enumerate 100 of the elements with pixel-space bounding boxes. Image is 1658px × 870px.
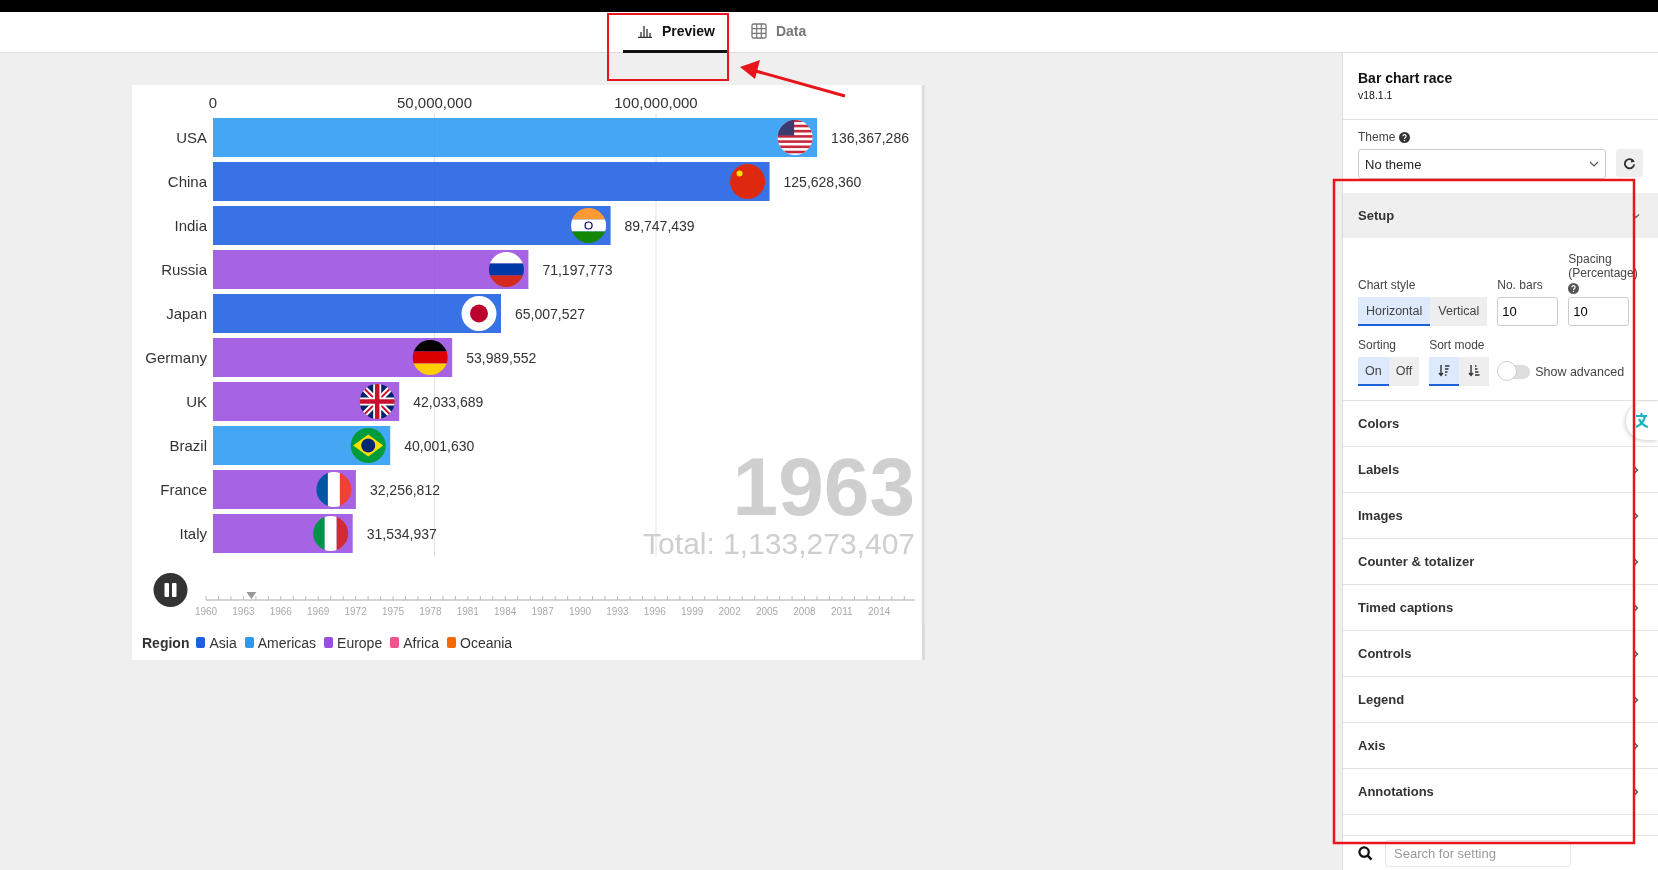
- segment-button[interactable]: Off: [1388, 357, 1420, 386]
- timeline-label: 1990: [568, 606, 592, 617]
- chevron-right-icon: [1632, 603, 1640, 612]
- timeline-label: 1963: [232, 606, 255, 617]
- timeline-label: 1966: [269, 606, 292, 617]
- value-label: 32,256,812: [369, 482, 440, 498]
- section-header[interactable]: Setup: [1343, 193, 1658, 238]
- flag-icon: [313, 516, 349, 551]
- section-header[interactable]: Axis: [1343, 723, 1658, 769]
- timeline-label: 2014: [868, 606, 891, 617]
- category-label: Russia: [161, 261, 207, 278]
- axis-label: 100,000,000: [614, 94, 698, 111]
- section-header[interactable]: Timed captions: [1343, 585, 1658, 631]
- sort-descending-button[interactable]: [1429, 357, 1460, 386]
- timeline-label: 1993: [606, 606, 629, 617]
- timeline-label: 1996: [643, 606, 666, 617]
- sort-ascending-icon: [1468, 364, 1481, 377]
- theme-select[interactable]: No theme: [1358, 149, 1606, 179]
- chevron-down-icon: [1632, 211, 1640, 220]
- version-label: v18.1.1: [1358, 89, 1394, 101]
- section-header[interactable]: Controls: [1343, 631, 1658, 677]
- category-label: Japan: [166, 305, 207, 322]
- timeline-label: 2005: [755, 606, 779, 617]
- timeline-marker[interactable]: [246, 592, 257, 599]
- section-header[interactable]: Images: [1343, 493, 1658, 539]
- category-label: France: [160, 481, 207, 498]
- timeline-label: 1981: [456, 606, 479, 617]
- sort-descending-icon: [1438, 364, 1451, 377]
- value-label: 125,628,360: [783, 174, 862, 190]
- help-icon[interactable]: [1399, 131, 1411, 143]
- value-label: 53,989,552: [466, 350, 537, 366]
- legend-label: Asia: [209, 634, 237, 651]
- axis-label: 50,000,000: [396, 94, 473, 111]
- section-header[interactable]: Annotations: [1343, 769, 1658, 815]
- legend-label: Oceania: [460, 634, 513, 651]
- flag-icon: [412, 340, 448, 375]
- timeline-label: 1972: [344, 606, 367, 617]
- field-label: Sorting: [1358, 338, 1398, 352]
- legend-label: Europe: [337, 634, 383, 651]
- segment-button[interactable]: On: [1358, 357, 1389, 386]
- table-icon: [750, 23, 767, 39]
- timeline-label: 2008: [793, 606, 816, 617]
- value-label: 71,197,773: [542, 262, 613, 278]
- translate-button[interactable]: [1626, 402, 1658, 440]
- category-label: Brazil: [169, 437, 207, 454]
- flag-icon: [488, 252, 524, 287]
- legend-label: Americas: [257, 634, 317, 651]
- refresh-button[interactable]: [1616, 149, 1643, 177]
- timeline-label: 1960: [194, 606, 218, 617]
- timeline-label: 1999: [681, 606, 704, 617]
- field-label: Sort mode: [1429, 338, 1486, 352]
- search-icon: [1358, 846, 1373, 861]
- section-header[interactable]: Legend: [1343, 677, 1658, 723]
- timeline-label: 1975: [381, 606, 405, 617]
- refresh-icon: [1623, 156, 1636, 170]
- chevron-right-icon: [1632, 649, 1640, 658]
- section-header[interactable]: Counter & totalizer: [1343, 539, 1658, 585]
- category-label: USA: [176, 129, 207, 146]
- toggle-label: Show advanced: [1535, 364, 1625, 379]
- legend-title: Region: [142, 634, 190, 651]
- axis-label: 0: [208, 94, 218, 111]
- toggle-switch[interactable]: [1499, 364, 1531, 379]
- number-field[interactable]: 10: [1568, 297, 1630, 326]
- field-label: No. bars: [1497, 278, 1544, 292]
- sort-ascending-button[interactable]: [1459, 357, 1490, 386]
- value-label: 89,747,439: [624, 218, 695, 234]
- timeline-track[interactable]: [205, 592, 916, 601]
- section-header[interactable]: Colors: [1343, 401, 1658, 447]
- chevron-down-icon: [1589, 161, 1599, 167]
- category-label: China: [167, 173, 207, 190]
- category-label: India: [174, 217, 207, 234]
- flag-icon: [571, 208, 607, 243]
- timeline-label: 1969: [307, 606, 330, 617]
- chevron-right-icon: [1632, 557, 1640, 566]
- search-field[interactable]: Search for setting: [1385, 840, 1571, 867]
- segment-button[interactable]: Vertical: [1430, 297, 1488, 326]
- value-label: 65,007,527: [515, 306, 586, 322]
- legend-label: Africa: [403, 634, 439, 651]
- segment-button[interactable]: Horizontal: [1358, 297, 1431, 326]
- chevron-right-icon: [1632, 741, 1640, 750]
- chevron-right-icon: [1632, 695, 1640, 704]
- timeline-label: 2011: [831, 606, 853, 617]
- value-label: 42,033,689: [413, 394, 484, 410]
- value-label: 136,367,286: [831, 130, 909, 146]
- value-label: 40,001,630: [404, 438, 475, 454]
- tab[interactable]: Data: [736, 12, 821, 53]
- field-label: Chart style: [1358, 278, 1417, 292]
- timeline-label: 1987: [531, 606, 554, 617]
- section-header[interactable]: Labels: [1343, 447, 1658, 493]
- chevron-right-icon: [1632, 511, 1640, 520]
- bar-chart-icon: [637, 24, 653, 38]
- category-label: UK: [186, 393, 207, 410]
- pause-button[interactable]: [153, 573, 188, 607]
- chevron-right-icon: [1632, 465, 1640, 474]
- help-icon[interactable]: [1568, 283, 1580, 294]
- number-field[interactable]: 10: [1497, 297, 1559, 326]
- timeline-label: 1984: [494, 606, 517, 617]
- pause-icon: [164, 583, 177, 597]
- timeline-label: 2002: [718, 606, 741, 617]
- category-label: Germany: [145, 349, 207, 366]
